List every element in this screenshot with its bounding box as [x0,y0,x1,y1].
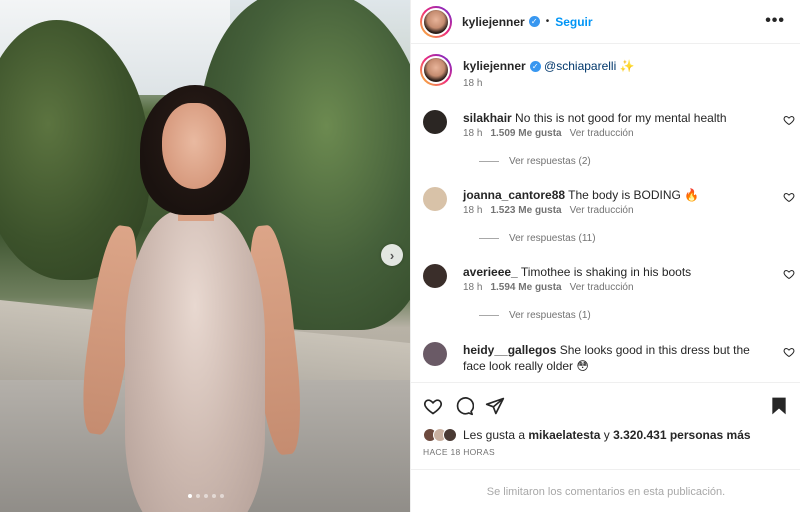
post-header: kyliejenner ✓ • Seguir ••• [411,0,800,44]
comment-text: joanna_cantore88 The body is BODING 🔥 [463,187,773,203]
caption-username[interactable]: kyliejenner [463,59,526,73]
post-caption: kyliejenner ✓ @schiaparelli ✨ 18 h [420,54,795,94]
view-replies-button[interactable]: Ver respuestas (11) [479,233,596,244]
comment-username[interactable]: averieee_ [463,265,518,279]
comment-meta: 18 h 1.594 Me gusta Ver traducción [463,282,634,293]
comment-body: Timothee is shaking in his boots [520,265,692,279]
author-avatar[interactable] [420,5,452,38]
comment-bubble-icon[interactable] [454,396,474,416]
post-photo[interactable]: › [0,0,410,512]
comment-time: 18 h [463,282,483,293]
comment-time: 18 h [463,128,483,139]
comment-like-heart-icon[interactable] [783,191,795,203]
comment-like-heart-icon[interactable] [783,114,795,126]
liker-username[interactable]: mikaelatesta [528,428,600,442]
post-timestamp[interactable]: HACE 18 HORAS [423,447,495,457]
comment-like-heart-icon[interactable] [783,268,795,280]
comment-text: heidy__gallegos She looks good in this d… [463,342,773,374]
view-replies-button[interactable]: Ver respuestas (2) [479,156,591,167]
verified-badge-icon: ✓ [528,16,540,27]
comment-meta: 18 h 1.523 Me gusta Ver traducción [463,205,634,216]
like-heart-icon[interactable] [423,396,443,416]
carousel-dots [188,494,224,498]
caption-avatar[interactable] [420,54,452,86]
view-replies-button[interactable]: Ver respuestas (1) [479,310,591,321]
likes-conjunction: y [603,428,610,442]
carousel-dot [220,494,224,498]
likes-count[interactable]: 3.320.431 personas más [613,428,750,442]
more-options-icon[interactable]: ••• [765,12,785,30]
follow-button[interactable]: Seguir [555,15,592,29]
comment-body: No this is not good for my mental health [515,111,727,125]
share-paper-plane-icon[interactable] [485,396,505,416]
photo-dress [125,210,265,512]
bookmark-icon[interactable] [770,396,788,416]
comment-text: silakhair No this is not good for my men… [463,110,773,126]
author-username[interactable]: kyliejenner [462,15,525,29]
translate-link[interactable]: Ver traducción [570,282,634,293]
caption-time: 18 h [463,78,483,89]
comment-text: averieee_ Timothee is shaking in his boo… [463,264,773,280]
carousel-dot [188,494,192,498]
comment-time: 18 h [463,205,483,216]
comment-avatar[interactable] [423,264,447,288]
comment-username[interactable]: heidy__gallegos [463,343,556,357]
caption-mention[interactable]: @schiaparelli [544,59,616,73]
verified-badge-icon: ✓ [529,61,541,73]
likes-summary: Les gusta a mikaelatesta y 3.320.431 per… [423,428,751,442]
comment-item: silakhair No this is not good for my men… [423,108,795,170]
post-actions: Les gusta a mikaelatesta y 3.320.431 per… [411,382,800,512]
translate-link[interactable]: Ver traducción [570,128,634,139]
carousel-dot [204,494,208,498]
photo-person [70,85,307,512]
liker-avatar [443,428,457,442]
comment-avatar[interactable] [423,342,447,366]
likes-text: Les gusta a mikaelatesta y 3.320.431 per… [463,428,751,442]
carousel-dot [196,494,200,498]
comment-avatar[interactable] [423,187,447,211]
post-modal: › kyliejenner ✓ • Seguir ••• kyliejenner… [0,0,800,512]
comment-username[interactable]: silakhair [463,111,512,125]
comment-username[interactable]: joanna_cantore88 [463,188,565,202]
comment-likes[interactable]: 1.523 Me gusta [490,205,561,216]
comments-list[interactable]: kyliejenner ✓ @schiaparelli ✨ 18 h silakh… [411,44,800,382]
translate-link[interactable]: Ver traducción [570,205,634,216]
comments-limited-notice: Se limitaron los comentarios en esta pub… [411,469,800,513]
comment-body: The body is BODING 🔥 [568,188,700,202]
comment-likes[interactable]: 1.594 Me gusta [490,282,561,293]
caption-text: kyliejenner ✓ @schiaparelli ✨ [463,58,773,74]
comment-likes[interactable]: 1.509 Me gusta [490,128,561,139]
comment-like-heart-icon[interactable] [783,346,795,358]
comment-item: heidy__gallegos She looks good in this d… [423,340,795,382]
avatar-image [422,7,450,36]
comment-item: averieee_ Timothee is shaking in his boo… [423,262,795,324]
avatar-image [422,56,450,84]
header-separator: • [545,16,550,27]
carousel-next-button[interactable]: › [381,244,403,266]
comment-meta: 18 h 1.509 Me gusta Ver traducción [463,128,634,139]
photo-face [162,103,226,189]
sparkles-icon: ✨ [619,59,635,73]
post-side-panel: kyliejenner ✓ • Seguir ••• kyliejenner ✓ … [410,0,800,512]
comment-avatar[interactable] [423,110,447,134]
carousel-dot [212,494,216,498]
likes-prefix: Les gusta a [463,428,526,442]
comment-item: joanna_cantore88 The body is BODING 🔥 18… [423,185,795,247]
